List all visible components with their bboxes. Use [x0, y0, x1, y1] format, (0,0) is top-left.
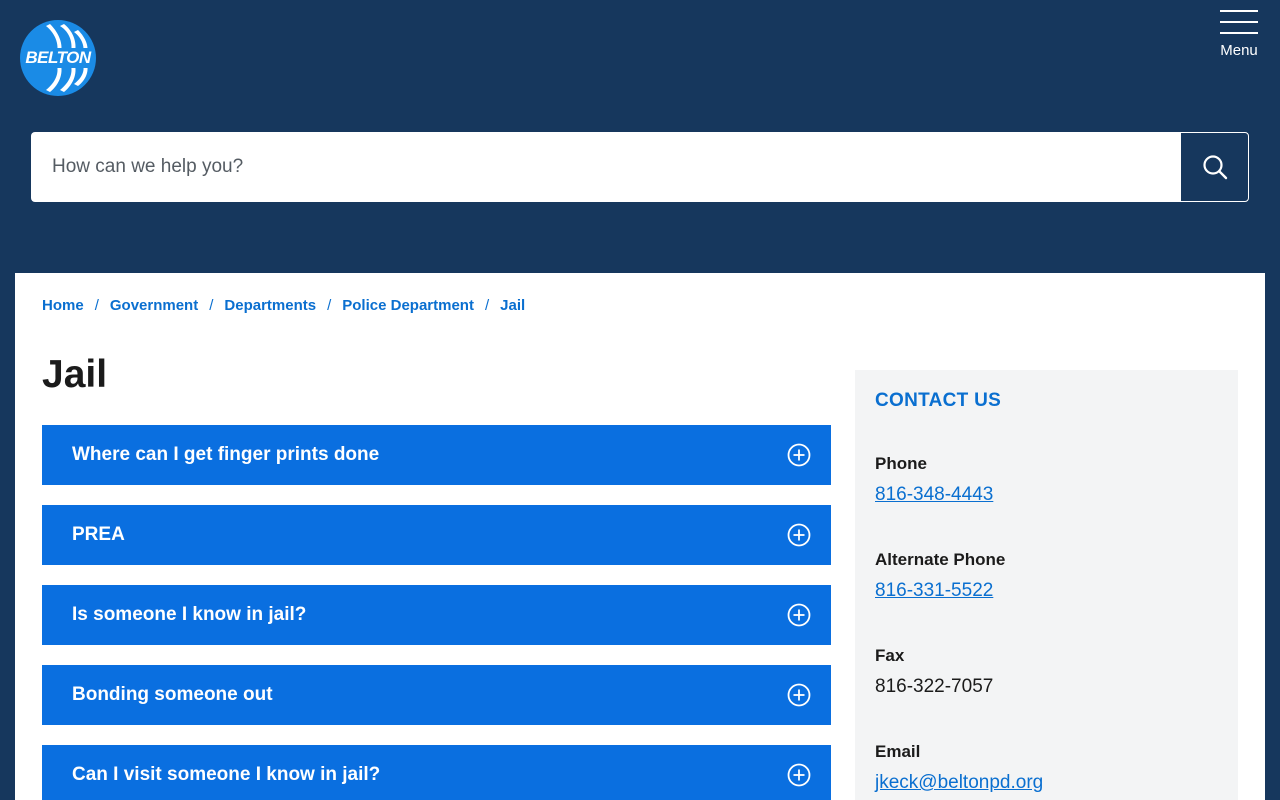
accordion-item-label: Bonding someone out: [72, 684, 273, 705]
logo-text: BELTON: [24, 48, 92, 68]
search-icon: [1202, 155, 1227, 180]
faq-accordion: Where can I get finger prints done PREA …: [42, 425, 831, 800]
plus-circle-icon: [787, 523, 811, 547]
breadcrumb-government[interactable]: Government: [110, 297, 198, 314]
email-link[interactable]: jkeck@beltonpd.org: [875, 772, 1043, 793]
breadcrumb: Home / Government / Departments / Police…: [42, 297, 525, 314]
accordion-item-prea[interactable]: PREA: [42, 505, 831, 565]
accordion-item-bonding[interactable]: Bonding someone out: [42, 665, 831, 725]
phone-label: Phone: [875, 454, 927, 473]
menu-label: Menu: [1220, 42, 1258, 59]
fax-label: Fax: [875, 646, 905, 665]
plus-circle-icon: [787, 683, 811, 707]
main-content: Home / Government / Departments / Police…: [15, 273, 1265, 800]
contact-title: CONTACT US: [875, 390, 1002, 411]
menu-button[interactable]: Menu: [1218, 10, 1260, 60]
alt-phone-link[interactable]: 816-331-5522: [875, 580, 993, 601]
fax-value: 816-322-7057: [875, 676, 994, 697]
breadcrumb-jail[interactable]: Jail: [500, 297, 525, 314]
accordion-item-finger-prints[interactable]: Where can I get finger prints done: [42, 425, 831, 485]
belton-logo[interactable]: BELTON: [20, 20, 96, 96]
alt-phone-label: Alternate Phone: [875, 550, 1006, 569]
email-label: Email: [875, 742, 921, 761]
accordion-item-label: Can I visit someone I know in jail?: [72, 764, 381, 785]
search-bar: [31, 132, 1249, 202]
breadcrumb-separator: /: [209, 297, 214, 314]
breadcrumb-departments[interactable]: Departments: [224, 297, 316, 314]
breadcrumb-police-department[interactable]: Police Department: [342, 297, 474, 314]
breadcrumb-separator: /: [327, 297, 332, 314]
accordion-item-label: PREA: [72, 524, 125, 545]
plus-circle-icon: [787, 603, 811, 627]
breadcrumb-separator: /: [94, 297, 99, 314]
search-input[interactable]: [31, 132, 1180, 202]
accordion-item-label: Where can I get finger prints done: [72, 444, 380, 465]
contact-panel: CONTACT US Phone 816-348-4443 Alternate …: [855, 370, 1238, 800]
plus-circle-icon: [787, 443, 811, 467]
accordion-item-someone-in-jail[interactable]: Is someone I know in jail?: [42, 585, 831, 645]
breadcrumb-home[interactable]: Home: [42, 297, 84, 314]
search-button[interactable]: [1180, 132, 1249, 202]
accordion-item-visit[interactable]: Can I visit someone I know in jail?: [42, 745, 831, 800]
page-title: Jail: [42, 353, 108, 396]
hamburger-icon: [1220, 10, 1258, 34]
phone-link[interactable]: 816-348-4443: [875, 484, 993, 505]
breadcrumb-separator: /: [484, 297, 490, 314]
accordion-item-label: Is someone I know in jail?: [72, 604, 307, 625]
plus-circle-icon: [787, 763, 811, 787]
